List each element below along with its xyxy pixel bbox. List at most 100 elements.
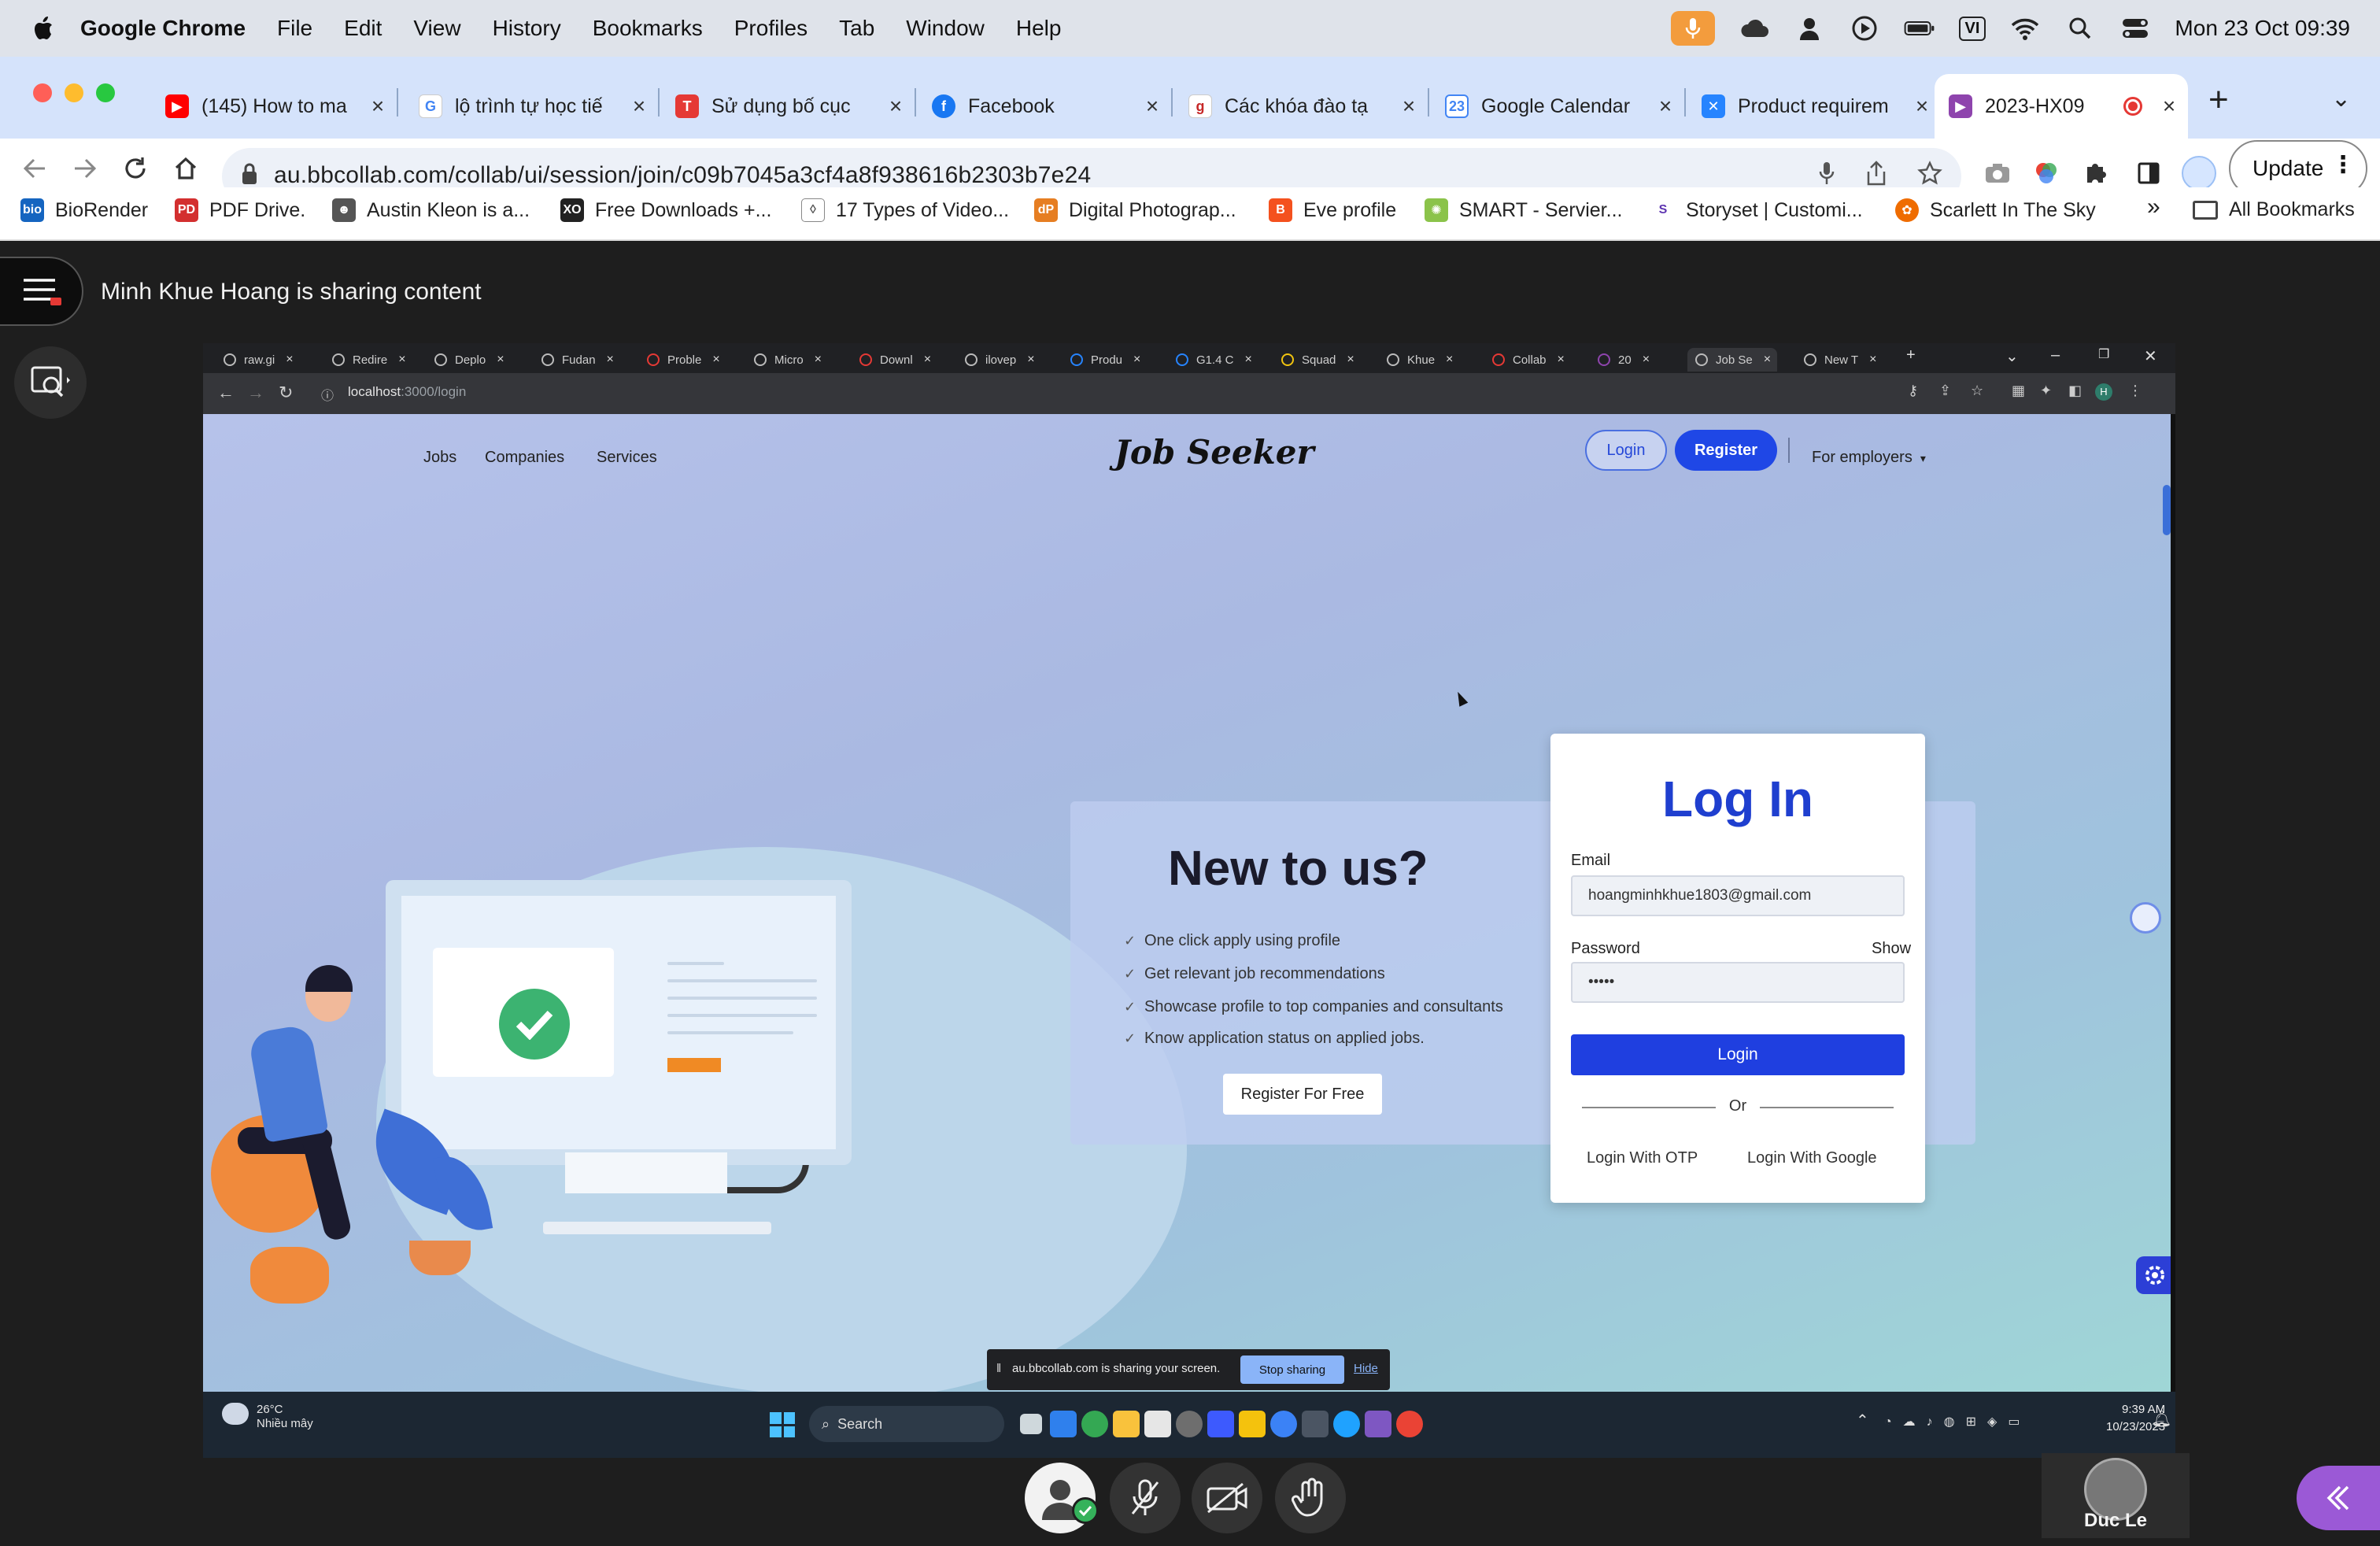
- menu-help[interactable]: Help: [1016, 16, 1062, 41]
- address-url[interactable]: au.bbcollab.com/collab/ui/session/join/c…: [274, 162, 1091, 189]
- shared-puzzle-icon: ✦: [2040, 383, 2053, 398]
- zoom-inspect-tool-button[interactable]: [14, 346, 87, 419]
- close-tab-icon[interactable]: ×: [2158, 94, 2180, 119]
- bookmark-video-types[interactable]: ◊ 17 Types of Video...: [801, 198, 1009, 222]
- bookmark-storyset[interactable]: S Storyset | Customi...: [1651, 198, 1863, 222]
- menu-history[interactable]: History: [493, 16, 561, 41]
- participant-tile[interactable]: Duc Le: [2042, 1453, 2190, 1538]
- kebab-menu-icon[interactable]: ⋮: [2331, 151, 2355, 179]
- pdf-drive-icon: PD: [175, 198, 198, 222]
- lock-icon[interactable]: [241, 162, 258, 190]
- illustration-line: [667, 979, 817, 982]
- raise-hand-button[interactable]: [1275, 1463, 1346, 1533]
- minimize-window-button[interactable]: [65, 83, 83, 102]
- microphone-active-icon[interactable]: [1670, 11, 1715, 46]
- promo-item: ✓ One click apply using profile: [1124, 932, 1340, 950]
- apple-icon[interactable]: [27, 11, 61, 46]
- bookmark-austin-kleon[interactable]: ☻ Austin Kleon is a...: [332, 198, 530, 222]
- session-menu-button[interactable]: [0, 257, 83, 326]
- menu-tab[interactable]: Tab: [839, 16, 874, 41]
- menu-profiles[interactable]: Profiles: [734, 16, 808, 41]
- spotlight-search-icon[interactable]: [2064, 14, 2096, 43]
- mute-microphone-button[interactable]: [1110, 1463, 1181, 1533]
- bookmark-smart-servier[interactable]: ✺ SMART - Servier...: [1425, 198, 1622, 222]
- close-tab-icon[interactable]: ×: [1141, 94, 1163, 119]
- toggle-camera-button[interactable]: [1192, 1463, 1262, 1533]
- zoom-window-button[interactable]: [96, 83, 115, 102]
- new-to-us-title: New to us?: [1168, 841, 1428, 896]
- email-label: Email: [1571, 852, 1611, 869]
- or-divider-right: [1760, 1107, 1894, 1108]
- new-tab-button[interactable]: +: [2208, 80, 2229, 120]
- browser-tab-2[interactable]: T Sử dụng bố cục ×: [661, 74, 915, 139]
- close-tab-icon[interactable]: ×: [367, 94, 389, 119]
- menu-window[interactable]: Window: [906, 16, 985, 41]
- bookmark-free-downloads[interactable]: XO Free Downloads +...: [560, 198, 771, 222]
- close-tab-icon[interactable]: ×: [1398, 94, 1420, 119]
- user-icon[interactable]: [1794, 14, 1825, 43]
- bookmark-label: Storyset | Customi...: [1686, 198, 1863, 221]
- illustration-monitor-base: [543, 1222, 771, 1234]
- input-source-indicator[interactable]: VI: [1958, 16, 1986, 41]
- illustration-monitor: [386, 880, 852, 1165]
- cloud-icon[interactable]: [1739, 14, 1770, 43]
- xo-icon: XO: [560, 198, 584, 222]
- menu-file[interactable]: File: [277, 16, 312, 41]
- browser-tab-1[interactable]: G lộ trình tự học tiế ×: [405, 74, 658, 139]
- shared-tab-label: Produ: [1091, 353, 1123, 367]
- close-window-button[interactable]: [33, 83, 52, 102]
- bookmark-label: BioRender: [55, 198, 149, 221]
- all-bookmarks-folder[interactable]: All Bookmarks: [2193, 198, 2355, 221]
- close-tab-icon[interactable]: ×: [1911, 94, 1933, 119]
- screen-sharing-text: au.bbcollab.com is sharing your screen.: [1012, 1362, 1221, 1375]
- illustration-line: [667, 962, 724, 965]
- menu-view[interactable]: View: [413, 16, 460, 41]
- browser-tab-label: Product requirem: [1738, 94, 1889, 117]
- youtube-icon: ▶: [165, 94, 189, 118]
- tab-favicon-icon: [754, 353, 767, 366]
- close-tab-icon: ×: [286, 353, 294, 366]
- browser-tab-3[interactable]: f Facebook ×: [918, 74, 1171, 139]
- close-tab-icon[interactable]: ×: [885, 94, 907, 119]
- shared-tab-label: Downl: [880, 353, 913, 367]
- calendar-icon: 23: [1445, 94, 1469, 118]
- bookmark-eve-profile[interactable]: B Eve profile: [1269, 198, 1396, 222]
- menu-edit[interactable]: Edit: [344, 16, 382, 41]
- bookmark-scarlett[interactable]: ✿ Scarlett In The Sky: [1895, 198, 2096, 222]
- control-center-icon[interactable]: [2119, 14, 2151, 43]
- close-tab-icon[interactable]: ×: [1654, 94, 1676, 119]
- browser-tab-7-active[interactable]: ▶ 2023-HX09 ×: [1935, 74, 2188, 139]
- shared-tab-label: Khue: [1407, 353, 1436, 367]
- bookmark-digital-photography[interactable]: dP Digital Photograp...: [1034, 198, 1236, 222]
- close-tab-icon: ×: [1133, 353, 1141, 366]
- menu-bookmarks[interactable]: Bookmarks: [593, 16, 703, 41]
- menubar-clock[interactable]: Mon 23 Oct 09:39: [2175, 16, 2350, 41]
- close-tab-icon[interactable]: ×: [628, 94, 650, 119]
- tray-chevron-up-icon: ⌃: [1856, 1412, 1869, 1429]
- tab-search-chevron-icon[interactable]: ⌄: [2331, 85, 2351, 113]
- browser-tab-6[interactable]: ✕ Product requirem ×: [1687, 74, 1941, 139]
- bookmarks-overflow-button[interactable]: »: [2147, 194, 2160, 220]
- bookmark-biorender[interactable]: bio BioRender: [20, 198, 148, 222]
- open-collaborate-panel-button[interactable]: [2297, 1466, 2380, 1530]
- url-host: au.bbcollab.com: [274, 162, 449, 188]
- browser-tab-5[interactable]: 23 Google Calendar ×: [1431, 74, 1684, 139]
- shared-page-scroll-thumb: [2163, 485, 2171, 535]
- vscode-icon: [1050, 1411, 1077, 1437]
- promo-item: ✓ Showcase profile to top companies and c…: [1124, 998, 1503, 1016]
- browser-tab-0[interactable]: ▶ (145) How to ma ×: [151, 74, 397, 139]
- wifi-icon[interactable]: [2009, 14, 2041, 43]
- battery-icon[interactable]: [1904, 14, 1935, 43]
- app-name[interactable]: Google Chrome: [80, 16, 246, 41]
- url-path: /collab/ui/session/join/c09b7045a3cf4a8f…: [448, 162, 1092, 188]
- browser-tab-4[interactable]: g Các khóa đào tạ ×: [1174, 74, 1428, 139]
- recording-icon: [2123, 97, 2142, 116]
- shared-sidepanel-icon: ◧: [2068, 383, 2082, 398]
- chrome-icon: [1396, 1411, 1423, 1437]
- all-bookmarks-label: All Bookmarks: [2229, 198, 2355, 220]
- participant-name: Duc Le: [2083, 1510, 2147, 1531]
- google-icon: G: [419, 94, 442, 118]
- play-icon[interactable]: [1849, 14, 1880, 43]
- m-app-yellow-icon: [1239, 1411, 1266, 1437]
- bookmark-pdf-drive[interactable]: PD PDF Drive.: [175, 198, 305, 222]
